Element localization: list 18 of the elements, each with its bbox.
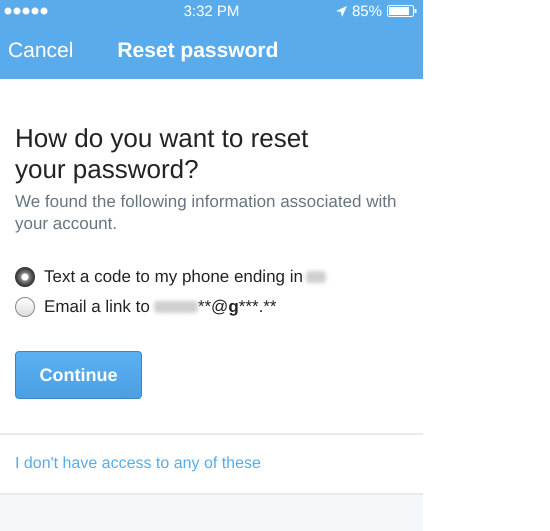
description: We found the following information associated with your account.	[15, 191, 398, 235]
radio-button[interactable]	[15, 267, 35, 287]
status-time: 3:32 PM	[184, 2, 240, 20]
radio-button[interactable]	[15, 297, 35, 317]
redaction-blur	[154, 301, 198, 313]
continue-button[interactable]: Continue	[15, 351, 142, 399]
battery-percent: 85%	[352, 2, 382, 20]
email-address: **@g***.**	[198, 297, 277, 317]
heading: How do you want to reset your password?	[15, 123, 310, 185]
nav-title: Reset password	[117, 38, 278, 62]
option-label: Email a link to	[44, 297, 150, 317]
signal-dots-icon	[4, 7, 50, 15]
cancel-button[interactable]: Cancel	[8, 38, 74, 62]
redaction-blur	[306, 271, 326, 283]
option-label: Text a code to my phone ending in	[44, 267, 303, 287]
location-arrow-icon	[336, 6, 347, 16]
battery-icon	[387, 5, 417, 17]
no-access-link[interactable]: I don't have access to any of these	[0, 435, 423, 493]
